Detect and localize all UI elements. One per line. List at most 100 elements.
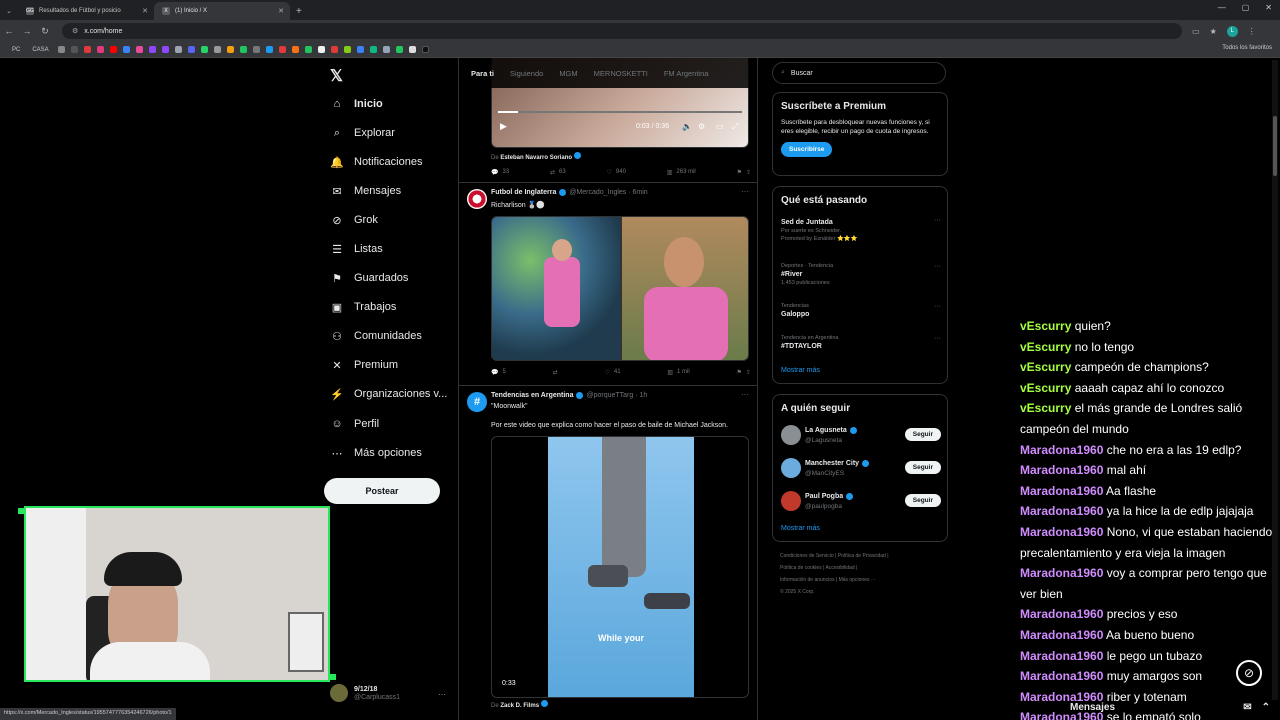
nav-item-0[interactable]: ⌂ Inicio xyxy=(330,93,383,115)
reply-button[interactable]: 💬 33 xyxy=(491,169,509,176)
tweet-video[interactable]: While your 0:33 xyxy=(491,436,749,698)
bookmark-icon[interactable] xyxy=(356,46,364,53)
post-button[interactable]: Postear xyxy=(324,478,440,504)
scrollbar[interactable] xyxy=(1272,60,1278,700)
chat-username[interactable]: vEscurry xyxy=(1020,360,1071,374)
trend-more-icon[interactable]: ··· xyxy=(934,335,941,342)
bookmark-icon[interactable] xyxy=(408,46,416,53)
chat-username[interactable]: Maradona1960 xyxy=(1020,566,1103,580)
nav-item-3[interactable]: ✉ Mensajes xyxy=(330,180,401,202)
bookmark-icon[interactable]: ⚑ xyxy=(737,169,742,176)
tweet-more-icon[interactable]: ··· xyxy=(741,187,749,196)
chat-username[interactable]: vEscurry xyxy=(1020,340,1071,354)
like-button[interactable]: ♡ 41 xyxy=(604,369,620,376)
repost-button[interactable]: ⇄ 63 xyxy=(550,169,566,176)
footer-link[interactable]: Política de Privacidad xyxy=(838,553,886,559)
twitch-icon[interactable] xyxy=(161,46,169,53)
search-input[interactable]: ⌕ Buscar xyxy=(772,62,946,84)
avatar[interactable] xyxy=(781,491,801,511)
pip-icon[interactable]: ▭ xyxy=(716,122,724,131)
nav-item-10[interactable]: ⚡ Organizaciones v... xyxy=(330,383,447,405)
bookmark-icon[interactable] xyxy=(278,46,286,53)
footer-link[interactable]: Accesibilidad xyxy=(826,565,855,571)
bookmark-icon[interactable] xyxy=(96,46,104,53)
bookmark-icon[interactable] xyxy=(174,46,182,53)
chat-username[interactable]: Maradona1960 xyxy=(1020,669,1103,683)
follow-button[interactable]: Seguir xyxy=(904,494,941,507)
bookmark-icon[interactable] xyxy=(369,46,377,53)
close-icon[interactable]: ✕ xyxy=(142,7,148,15)
nav-item-11[interactable]: ☺ Perfil xyxy=(330,413,379,435)
tab-mgm[interactable]: MGM xyxy=(559,69,577,78)
discord-icon[interactable] xyxy=(187,46,195,53)
tab-fm-argentina[interactable]: FM Argentina xyxy=(664,69,709,78)
author-name[interactable]: Futbol de Inglaterra xyxy=(491,189,556,196)
trend-item[interactable]: Sed de Juntada Por suerte es Schneider. … xyxy=(781,217,941,242)
tweet-image[interactable] xyxy=(491,216,749,361)
avatar[interactable] xyxy=(781,458,801,478)
back-icon[interactable]: ← xyxy=(0,26,18,36)
chat-username[interactable]: Maradona1960 xyxy=(1020,649,1103,663)
chat-username[interactable]: Maradona1960 xyxy=(1020,484,1103,498)
bookmark-icon[interactable] xyxy=(213,46,221,53)
bookmark-icon[interactable] xyxy=(304,46,312,53)
star-icon[interactable]: ★ xyxy=(1210,27,1217,36)
chat-username[interactable]: vEscurry xyxy=(1020,401,1071,415)
views-button[interactable]: ▥ 1 mil xyxy=(667,369,689,376)
tweet[interactable]: # Tendencias en Argentina @porqueTTarg ·… xyxy=(459,386,757,720)
minimize-icon[interactable]: — xyxy=(1218,3,1226,12)
trend-item[interactable]: Tendencias Galoppo ··· xyxy=(781,303,941,318)
bookmark-icon[interactable] xyxy=(252,46,260,53)
show-more-link[interactable]: Mostrar más xyxy=(781,525,820,532)
nav-item-8[interactable]: ⚇ Comunidades xyxy=(330,325,422,347)
bookmark-icon[interactable] xyxy=(57,46,65,53)
repost-button[interactable]: ⇄ xyxy=(553,369,558,376)
bookmark-icon[interactable] xyxy=(382,46,390,53)
tab-resultados[interactable]: GG Resultados de Fútbol y posicio ✕ xyxy=(18,2,154,20)
author-name[interactable]: Tendencias en Argentina xyxy=(491,392,573,399)
close-icon[interactable]: ✕ xyxy=(278,7,284,15)
settings-icon[interactable]: ⚙ xyxy=(698,122,705,131)
nav-item-7[interactable]: ▣ Trabajos xyxy=(330,296,397,318)
follow-button[interactable]: Seguir xyxy=(904,428,941,441)
profile-avatar[interactable]: L xyxy=(1226,25,1238,37)
chat-username[interactable]: Maradona1960 xyxy=(1020,607,1103,621)
maximize-icon[interactable]: ▢ xyxy=(1242,3,1250,12)
scrollbar-thumb[interactable] xyxy=(1273,116,1277,176)
compose-message-icon[interactable]: ✉ xyxy=(1243,702,1251,713)
author-handle[interactable]: @porqueTTarg · 1h xyxy=(586,392,647,399)
bookmark-pc[interactable]: PC xyxy=(8,47,24,53)
tab-siguiendo[interactable]: Siguiendo xyxy=(510,69,543,78)
volume-icon[interactable]: 🔈 xyxy=(682,122,692,131)
footer-link[interactable]: Política de cookies xyxy=(780,565,822,571)
author-handle[interactable]: @Mercado_Ingles · 6min xyxy=(569,189,647,196)
source-name[interactable]: Zack D. Films xyxy=(500,703,539,709)
avatar[interactable]: # xyxy=(467,392,487,412)
bookmark-icon[interactable] xyxy=(265,46,273,53)
share-icon[interactable]: ⇪ xyxy=(746,369,751,376)
bookmark-icon[interactable] xyxy=(226,46,234,53)
avatar[interactable] xyxy=(467,189,487,209)
whatsapp-icon[interactable] xyxy=(200,46,208,53)
site-info-icon[interactable]: ⚙ xyxy=(72,27,78,35)
reply-button[interactable]: 💬 5 xyxy=(491,369,506,376)
x-bookmark-icon[interactable] xyxy=(317,46,325,53)
trend-more-icon[interactable]: ··· xyxy=(934,263,941,270)
bookmark-icon[interactable] xyxy=(122,46,130,53)
fullscreen-icon[interactable]: ⤢ xyxy=(732,122,738,132)
twitch-icon[interactable] xyxy=(148,46,156,53)
bookmark-icon[interactable]: ⚑ xyxy=(737,369,742,376)
play-icon[interactable]: ▶ xyxy=(500,121,507,132)
nav-item-6[interactable]: ⚑ Guardados xyxy=(330,267,408,289)
chat-username[interactable]: Maradona1960 xyxy=(1020,463,1103,477)
share-icon[interactable]: ⇪ xyxy=(746,169,751,176)
nav-item-4[interactable]: ⊘ Grok xyxy=(330,209,377,231)
trend-more-icon[interactable]: ··· xyxy=(934,217,941,224)
account-more-icon[interactable]: ··· xyxy=(438,690,446,699)
tiktok-icon[interactable] xyxy=(421,46,429,53)
tweet-more-icon[interactable]: ··· xyxy=(741,390,749,399)
chat-username[interactable]: Maradona1960 xyxy=(1020,504,1103,518)
photo-left[interactable] xyxy=(492,217,620,360)
trend-more-icon[interactable]: ··· xyxy=(934,303,941,310)
tweet[interactable]: Futbol de Inglaterra @Mercado_Ingles · 6… xyxy=(459,183,757,386)
